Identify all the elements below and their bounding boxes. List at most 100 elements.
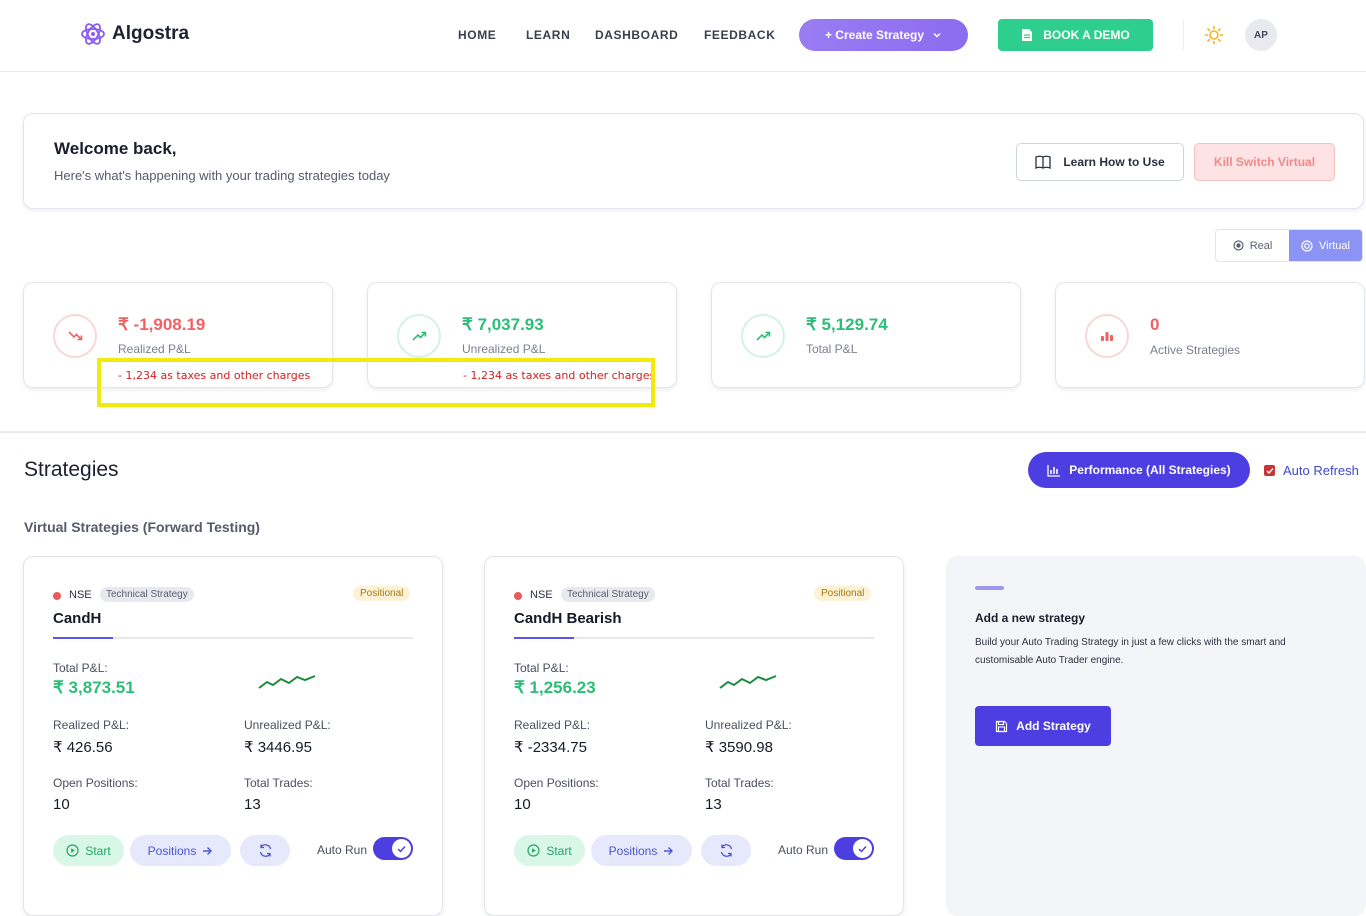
refresh-button[interactable]	[240, 835, 290, 866]
strategy-type-tag: Technical Strategy	[100, 587, 194, 602]
check-icon	[392, 839, 411, 858]
refresh-icon	[259, 844, 271, 857]
toggle-virtual-label: Virtual	[1319, 239, 1350, 252]
bar-chart-icon	[1085, 314, 1129, 358]
open-positions-label: Open Positions:	[53, 776, 138, 790]
start-button[interactable]: Start	[514, 835, 585, 866]
play-circle-icon	[527, 844, 540, 857]
total-trades-value: 13	[705, 796, 722, 813]
positional-badge: Positional	[814, 586, 872, 601]
card-divider-accent	[514, 637, 574, 639]
trend-up-icon	[397, 314, 441, 358]
unrealized-value: ₹ 3590.98	[705, 739, 773, 756]
open-positions-value: 10	[514, 796, 531, 813]
add-strategy-button[interactable]: Add Strategy	[975, 706, 1111, 746]
total-pnl-value: ₹ 1,256.23	[514, 678, 596, 697]
total-trades-label: Total Trades:	[705, 776, 774, 790]
add-strategy-label: Add Strategy	[1016, 719, 1091, 733]
exchange-label: NSE	[530, 589, 553, 601]
realized-value: ₹ -2334.75	[514, 739, 587, 756]
positions-button[interactable]: Positions	[591, 835, 692, 866]
toggle-real-label: Real	[1249, 239, 1273, 252]
book-demo-button[interactable]: BOOK A DEMO	[998, 19, 1153, 51]
active-strategies-value: 0	[1150, 315, 1160, 334]
auto-run-label: Auto Run	[778, 843, 829, 857]
brand-logo[interactable]: Algostra	[80, 21, 189, 47]
strategies-title: Strategies	[24, 458, 119, 481]
document-icon	[1022, 29, 1033, 41]
total-pnl-value: ₹ 3,873.51	[53, 678, 135, 697]
trend-up-icon	[741, 314, 785, 358]
exchange-label: NSE	[69, 589, 92, 601]
brand-name: Algostra	[112, 23, 190, 44]
open-positions-label: Open Positions:	[514, 776, 599, 790]
start-button[interactable]: Start	[53, 835, 124, 866]
arrow-right-icon	[664, 846, 674, 855]
nav-home[interactable]: HOME	[458, 28, 496, 42]
play-circle-icon	[66, 844, 79, 857]
total-pnl-label: Total P&L	[806, 342, 858, 356]
auto-refresh-checkbox[interactable]: Auto Refresh	[1264, 463, 1359, 478]
strategy-name[interactable]: CandH	[53, 610, 101, 627]
performance-label: Performance (All Strategies)	[1069, 463, 1231, 477]
check-icon	[853, 839, 872, 858]
auto-run-label: Auto Run	[317, 843, 368, 857]
realized-pnl-label: Realized P&L	[118, 342, 191, 356]
top-navbar: Algostra HOME LEARN DASHBOARD FEEDBACK +…	[0, 0, 1366, 72]
welcome-subtitle: Here's what's happening with your tradin…	[54, 168, 390, 183]
unrealized-pnl-value: ₹ 7,037.93	[462, 315, 544, 334]
strategy-card: NSE Technical Strategy Positional CandH …	[484, 556, 904, 916]
book-demo-label: BOOK A DEMO	[1043, 28, 1130, 42]
toggle-virtual[interactable]: Virtual	[1289, 230, 1362, 261]
section-divider	[0, 431, 1366, 433]
refresh-icon	[720, 844, 732, 857]
auto-refresh-label: Auto Refresh	[1283, 463, 1359, 478]
save-icon	[996, 720, 1008, 732]
realized-pnl-value: ₹ -1,908.19	[118, 315, 206, 334]
total-pnl-label: Total P&L:	[514, 661, 569, 675]
stat-card-total: ₹ 5,129.74 Total P&L	[711, 282, 1021, 388]
atom-logo-icon	[81, 23, 105, 45]
open-positions-value: 10	[53, 796, 70, 813]
nav-dashboard[interactable]: DASHBOARD	[595, 28, 678, 42]
realized-label: Realized P&L:	[514, 718, 591, 732]
total-trades-value: 13	[244, 796, 261, 813]
unrealized-label: Unrealized P&L:	[244, 718, 331, 732]
avatar[interactable]: AP	[1245, 19, 1277, 51]
book-icon	[1035, 155, 1051, 169]
virtual-strategies-heading: Virtual Strategies (Forward Testing)	[24, 519, 260, 535]
stat-card-active-strategies: 0 Active Strategies	[1055, 282, 1365, 388]
nav-learn[interactable]: LEARN	[526, 28, 570, 42]
sparkline-icon	[258, 675, 316, 689]
auto-run-toggle[interactable]	[834, 837, 874, 860]
realized-value: ₹ 426.56	[53, 739, 113, 756]
arrow-right-icon	[203, 846, 213, 855]
status-dot-icon	[514, 592, 522, 600]
kill-switch-button[interactable]: Kill Switch Virtual	[1194, 143, 1335, 181]
learn-how-to-use-button[interactable]: Learn How to Use	[1016, 143, 1184, 181]
chevron-down-icon	[933, 33, 941, 38]
chart-icon	[1047, 464, 1061, 477]
auto-run-toggle[interactable]	[373, 837, 413, 860]
strategy-card: NSE Technical Strategy Positional CandH …	[23, 556, 443, 916]
positions-button[interactable]: Positions	[130, 835, 231, 866]
welcome-title: Welcome back,	[54, 139, 177, 158]
add-strategy-card: Add a new strategy Build your Auto Tradi…	[946, 556, 1366, 916]
create-strategy-button[interactable]: + Create Strategy	[799, 19, 968, 51]
sun-theme-icon[interactable]	[1204, 25, 1224, 45]
strategy-name[interactable]: CandH Bearish	[514, 610, 622, 627]
nav-feedback[interactable]: FEEDBACK	[704, 28, 775, 42]
start-label: Start	[546, 843, 572, 858]
positional-badge: Positional	[353, 586, 411, 601]
toggle-real[interactable]: Real	[1216, 230, 1289, 261]
performance-button[interactable]: Performance (All Strategies)	[1028, 452, 1250, 488]
annotation-highlight-box	[97, 358, 655, 407]
nav-divider	[1183, 20, 1184, 50]
refresh-button[interactable]	[701, 835, 751, 866]
card-divider-accent	[53, 637, 113, 639]
record-icon	[1233, 240, 1244, 251]
total-pnl-value: ₹ 5,129.74	[806, 315, 888, 334]
realized-label: Realized P&L:	[53, 718, 130, 732]
status-dot-icon	[53, 592, 61, 600]
create-strategy-label: + Create Strategy	[824, 28, 925, 42]
